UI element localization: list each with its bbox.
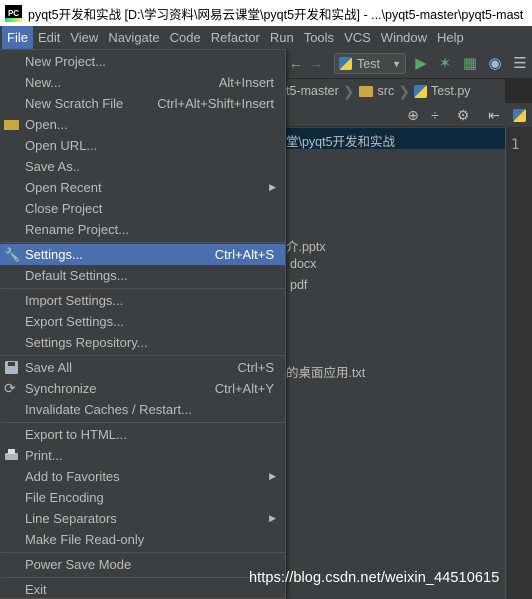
menu-item-add-to-favorites[interactable]: Add to Favorites ▶ [0,466,285,487]
wrench-icon: 🔧 [4,247,21,262]
pycharm-logo-icon: PC [5,4,22,22]
run-config-label: Test [357,56,380,71]
submenu-arrow-icon: ▶ [269,471,276,481]
debug-icon[interactable]: ✶ [437,56,453,72]
structure-icon[interactable]: ☰ [512,56,528,72]
menu-navigate[interactable]: Navigate [103,26,164,49]
submenu-arrow-icon: ▶ [269,513,276,523]
breadcrumb-item-file[interactable]: Test.py [410,84,475,98]
save-icon [4,360,19,375]
breadcrumb-label: t5-master [286,84,339,98]
menu-window[interactable]: Window [376,26,432,49]
gear-icon[interactable]: ⚙ [455,107,471,123]
menu-item-new-scratch-file[interactable]: New Scratch File Ctrl+Alt+Shift+Insert [0,93,285,114]
menu-bar: File Edit View Navigate Code Refactor Ru… [0,26,532,49]
menu-item-rename-project[interactable]: Rename Project... [0,219,285,240]
menu-view[interactable]: View [65,26,103,49]
tree-item-pdf[interactable]: pdf [290,278,307,292]
menu-separator [1,355,285,356]
profile-icon[interactable]: ◉ [487,56,503,72]
menu-item-synchronize[interactable]: ⟳ Synchronize Ctrl+Alt+Y [0,378,285,399]
menu-item-invalidate-caches[interactable]: Invalidate Caches / Restart... [0,399,285,420]
menu-item-export-html[interactable]: Export to HTML... [0,424,285,445]
menu-item-open[interactable]: Open... [0,114,285,135]
hide-panel-icon[interactable]: ⇤ [486,107,502,123]
menu-refactor[interactable]: Refactor [206,26,265,49]
menu-item-make-read-only[interactable]: Make File Read-only [0,529,285,550]
menu-item-file-encoding[interactable]: File Encoding [0,487,285,508]
menu-run[interactable]: Run [265,26,299,49]
printer-icon [4,448,19,463]
title-bar: PC pyqt5开发和实战 [D:\学习资料\网易云课堂\pyqt5开发和实战]… [0,0,532,26]
coverage-icon[interactable]: ▦ [462,56,478,72]
collapse-icon[interactable]: ÷ [427,107,443,123]
locate-icon[interactable]: ⊕ [405,107,421,123]
code-editor[interactable] [505,127,532,599]
forward-icon[interactable]: → [308,56,324,72]
menu-item-new[interactable]: New... Alt+Insert [0,72,285,93]
breadcrumb-separator: ❯ [342,82,355,99]
tree-item-txt[interactable]: 的桌面应用.txt [286,362,365,381]
python-file-icon [413,84,427,98]
python-icon [339,57,352,70]
breadcrumb-label: Test.py [430,84,471,98]
menu-item-power-save-mode[interactable]: Power Save Mode [0,554,285,575]
breadcrumb-label: src [377,84,395,98]
breadcrumb-item-src[interactable]: src [355,84,399,98]
python-file-icon[interactable] [513,109,526,122]
submenu-arrow-icon: ▶ [269,182,276,192]
folder-open-icon [4,117,19,132]
project-tree-root-path[interactable]: 堂\pyqt5开发和实战 [286,131,395,150]
watermark-text: https://blog.csdn.net/weixin_44510615 [249,570,500,586]
menu-item-export-settings[interactable]: Export Settings... [0,311,285,332]
file-menu-dropdown: New Project... New... Alt+Insert New Scr… [0,49,286,599]
menu-item-import-settings[interactable]: Import Settings... [0,290,285,311]
menu-tools[interactable]: Tools [299,26,339,49]
breadcrumb-item-project[interactable]: t5-master [282,84,343,98]
menu-item-default-settings[interactable]: Default Settings... [0,265,285,286]
menu-item-settings[interactable]: 🔧 Settings... Ctrl+Alt+S [0,244,285,265]
sync-icon: ⟳ [4,380,16,396]
menu-edit[interactable]: Edit [33,26,65,49]
run-configuration-select[interactable]: Test ▼ [334,53,406,74]
menu-separator [1,552,285,553]
menu-item-exit[interactable]: Exit [0,579,285,599]
menu-item-open-url[interactable]: Open URL... [0,135,285,156]
chevron-down-icon: ▼ [392,58,401,69]
menu-item-print[interactable]: Print... [0,445,285,466]
line-number: 1 [511,137,520,153]
folder-icon [358,85,373,97]
menu-vcs[interactable]: VCS [339,26,376,49]
tree-item-docx[interactable]: docx [290,257,316,271]
run-icon[interactable]: ▶ [413,56,429,72]
editor-tab-strip [505,103,532,127]
breadcrumb-separator: ❯ [398,82,410,99]
back-icon[interactable]: ← [288,56,304,72]
tree-item-pptx[interactable]: 介.pptx [286,236,326,255]
menu-separator [1,288,285,289]
window-title: pyqt5开发和实战 [D:\学习资料\网易云课堂\pyqt5开发和实战] - … [28,7,524,22]
menu-item-close-project[interactable]: Close Project [0,198,285,219]
menu-separator [1,242,285,243]
menu-separator [1,422,285,423]
menu-item-line-separators[interactable]: Line Separators ▶ [0,508,285,529]
menu-item-new-project[interactable]: New Project... [0,51,285,72]
menu-separator [1,577,285,578]
menu-item-save-all[interactable]: Save All Ctrl+S [0,357,285,378]
menu-file[interactable]: File [2,26,33,49]
menu-code[interactable]: Code [165,26,206,49]
menu-item-save-as[interactable]: Save As.. [0,156,285,177]
menu-item-open-recent[interactable]: Open Recent ▶ [0,177,285,198]
menu-item-settings-repository[interactable]: Settings Repository... [0,332,285,353]
menu-help[interactable]: Help [432,26,469,49]
